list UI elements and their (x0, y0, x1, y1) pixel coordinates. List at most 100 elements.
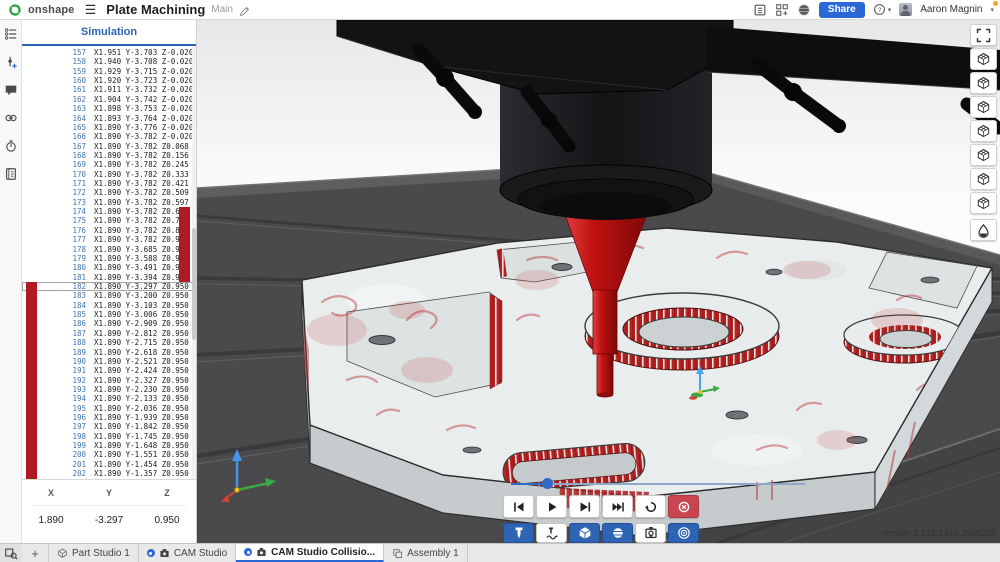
view-orientation-button[interactable] (970, 144, 997, 166)
gcode-line[interactable]: 198 X1.890 Y-1.745 Z0.950 (22, 432, 196, 441)
add-geometry-icon[interactable] (3, 54, 19, 70)
user-name[interactable]: Aaron Magnin (920, 4, 982, 15)
edit-pencil-icon[interactable] (239, 4, 250, 15)
gcode-line[interactable]: 169 X1.890 Y-3.782 Z0.245 (22, 160, 196, 169)
gcode-line[interactable]: 184 X1.890 Y-3.103 Z0.950 (22, 301, 196, 310)
play-button[interactable] (536, 495, 567, 518)
gcode-line[interactable]: 190 X1.890 Y-2.521 Z0.950 (22, 357, 196, 366)
show-collisions-toggle[interactable] (668, 523, 699, 543)
view-orientation-button[interactable] (970, 48, 997, 70)
gcode-line[interactable]: 162 X1.904 Y-3.742 Z-0.020 (22, 95, 196, 104)
gcode-line[interactable]: 195 X1.890 Y-2.036 Z0.950 (22, 404, 196, 413)
simulation-timer-icon[interactable] (3, 138, 19, 154)
versions-list-icon[interactable] (753, 3, 767, 17)
manage-tabs-icon[interactable] (0, 544, 22, 562)
gcode-line[interactable]: 193 X1.890 Y-2.230 Z0.950 (22, 385, 196, 394)
gcode-line[interactable]: 157 X1.951 Y-3.703 Z-0.020 (22, 48, 196, 57)
gcode-line[interactable]: 182 X1.890 Y-3.297 Z0.950 (22, 282, 196, 291)
skip-to-start-button[interactable] (503, 495, 534, 518)
comments-icon[interactable] (3, 82, 19, 98)
skip-to-end-button[interactable] (602, 495, 633, 518)
step-forward-button[interactable] (569, 495, 600, 518)
gcode-line[interactable]: 185 X1.890 Y-3.006 Z0.950 (22, 310, 196, 319)
scrollbar-thumb[interactable] (192, 228, 196, 341)
gcode-line[interactable]: 173 X1.890 Y-3.782 Z0.597 (22, 198, 196, 207)
gcode-line[interactable]: 160 X1.920 Y-3.723 Z-0.020 (22, 76, 196, 85)
gcode-line[interactable]: 183 X1.890 Y-3.200 Z0.950 (22, 291, 196, 300)
gcode-line[interactable]: 187 X1.890 Y-2.812 Z0.950 (22, 329, 196, 338)
show-material-toggle[interactable] (602, 523, 633, 543)
gcode-line[interactable]: 172 X1.890 Y-3.782 Z0.509 (22, 188, 196, 197)
operations-icon[interactable] (3, 26, 19, 42)
tab-part-studio-1[interactable]: Part Studio 1 (49, 544, 139, 562)
gcode-line[interactable]: 176 X1.890 Y-3.782 Z0.862 (22, 226, 196, 235)
gcode-line[interactable]: 178 X1.890 Y-3.685 Z0.950 (22, 245, 196, 254)
gcode-line[interactable]: 163 X1.898 Y-3.753 Z-0.020 (22, 104, 196, 113)
tab-cam-studio-collision[interactable]: CAM Studio Collisio... (236, 544, 384, 562)
gcode-line[interactable]: 191 X1.890 Y-2.424 Z0.950 (22, 366, 196, 375)
gcode-line[interactable]: 179 X1.890 Y-3.588 Z0.950 (22, 254, 196, 263)
view-orientation-button[interactable] (970, 192, 997, 214)
appearance-button[interactable] (970, 219, 997, 241)
gcode-scrollbar[interactable] (192, 46, 196, 479)
left-toolbar (0, 20, 22, 543)
gcode-line-list[interactable]: 157 X1.951 Y-3.703 Z-0.020 158 X1.940 Y-… (22, 46, 196, 479)
replay-button[interactable] (635, 495, 666, 518)
gcode-line[interactable]: 186 X1.890 Y-2.909 Z0.950 (22, 319, 196, 328)
help-menu[interactable]: ? ▾ (873, 3, 892, 16)
gcode-line[interactable]: 200 X1.890 Y-1.551 Z0.950 (22, 450, 196, 459)
slider-track[interactable] (511, 483, 805, 485)
timeline-slider[interactable] (511, 478, 695, 490)
show-tool-toggle[interactable] (503, 523, 534, 543)
gcode-line[interactable]: 164 X1.893 Y-3.764 Z-0.020 (22, 114, 196, 123)
stop-simulation-button[interactable] (668, 495, 699, 518)
gcode-line[interactable]: 201 X1.890 Y-1.454 Z0.950 (22, 460, 196, 469)
user-avatar[interactable] (899, 3, 912, 16)
tab-cam-studio[interactable]: CAM Studio (139, 544, 236, 562)
gcode-line[interactable]: 175 X1.890 Y-3.782 Z0.774 (22, 216, 196, 225)
onshape-logo-icon[interactable] (8, 3, 22, 17)
globe-icon[interactable] (797, 3, 811, 17)
gcode-line[interactable]: 170 X1.890 Y-3.782 Z0.333 (22, 170, 196, 179)
view-orientation-button[interactable] (970, 96, 997, 118)
gcode-line[interactable]: 196 X1.890 Y-1.939 Z0.950 (22, 413, 196, 422)
user-menu-caret-icon[interactable]: ▾ (990, 6, 994, 14)
gcode-line[interactable]: 177 X1.890 Y-3.782 Z0.950 (22, 235, 196, 244)
main-menu-icon[interactable]: ☰ (85, 3, 97, 16)
document-title[interactable]: Plate Machining (106, 2, 205, 17)
notes-icon[interactable] (3, 166, 19, 182)
gcode-line[interactable]: 180 X1.890 Y-3.491 Z0.950 (22, 263, 196, 272)
gcode-line[interactable]: 167 X1.890 Y-3.782 Z0.068 (22, 142, 196, 151)
gcode-line[interactable]: 202 X1.890 Y-1.357 Z0.950 (22, 469, 196, 478)
3d-viewport[interactable]: Version 1.191.1474.3969229 (197, 20, 1000, 543)
gcode-line[interactable]: 181 X1.890 Y-3.394 Z0.950 (22, 273, 196, 282)
show-stock-toggle[interactable] (569, 523, 600, 543)
gcode-line[interactable]: 166 X1.890 Y-3.782 Z-0.020 (22, 132, 196, 141)
gcode-line[interactable]: 188 X1.890 Y-2.715 Z0.950 (22, 338, 196, 347)
workspace-name[interactable]: Main (211, 4, 233, 15)
gcode-line[interactable]: 171 X1.890 Y-3.782 Z0.421 (22, 179, 196, 188)
view-orientation-button[interactable] (970, 72, 997, 94)
show-toolpath-toggle[interactable] (536, 523, 567, 543)
show-machine-toggle[interactable] (635, 523, 666, 543)
gcode-line[interactable]: 194 X1.890 Y-2.133 Z0.950 (22, 394, 196, 403)
slider-knob[interactable] (542, 478, 553, 489)
gcode-line[interactable]: 199 X1.890 Y-1.648 Z0.950 (22, 441, 196, 450)
add-tab-button[interactable]: + (22, 544, 49, 562)
gcode-line[interactable]: 192 X1.890 Y-2.327 Z0.950 (22, 376, 196, 385)
gcode-line[interactable]: 165 X1.890 Y-3.776 Z-0.020 (22, 123, 196, 132)
gcode-line[interactable]: 158 X1.940 Y-3.708 Z-0.020 (22, 57, 196, 66)
zoom-to-fit-button[interactable] (970, 24, 997, 46)
view-orientation-button[interactable] (970, 168, 997, 190)
gcode-line[interactable]: 168 X1.890 Y-3.782 Z0.156 (22, 151, 196, 160)
gcode-line[interactable]: 197 X1.890 Y-1.842 Z0.950 (22, 422, 196, 431)
gcode-line[interactable]: 189 X1.890 Y-2.618 Z0.950 (22, 348, 196, 357)
tab-assembly-1[interactable]: Assembly 1 (384, 544, 468, 562)
share-button[interactable]: Share (819, 2, 865, 18)
view-orientation-button[interactable] (970, 120, 997, 142)
gcode-line[interactable]: 174 X1.890 Y-3.782 Z0.685 (22, 207, 196, 216)
apps-grid-icon[interactable] (775, 3, 789, 17)
gcode-line[interactable]: 159 X1.929 Y-3.715 Z-0.020 (22, 67, 196, 76)
linked-documents-icon[interactable] (3, 110, 19, 126)
gcode-line[interactable]: 161 X1.911 Y-3.732 Z-0.020 (22, 85, 196, 94)
